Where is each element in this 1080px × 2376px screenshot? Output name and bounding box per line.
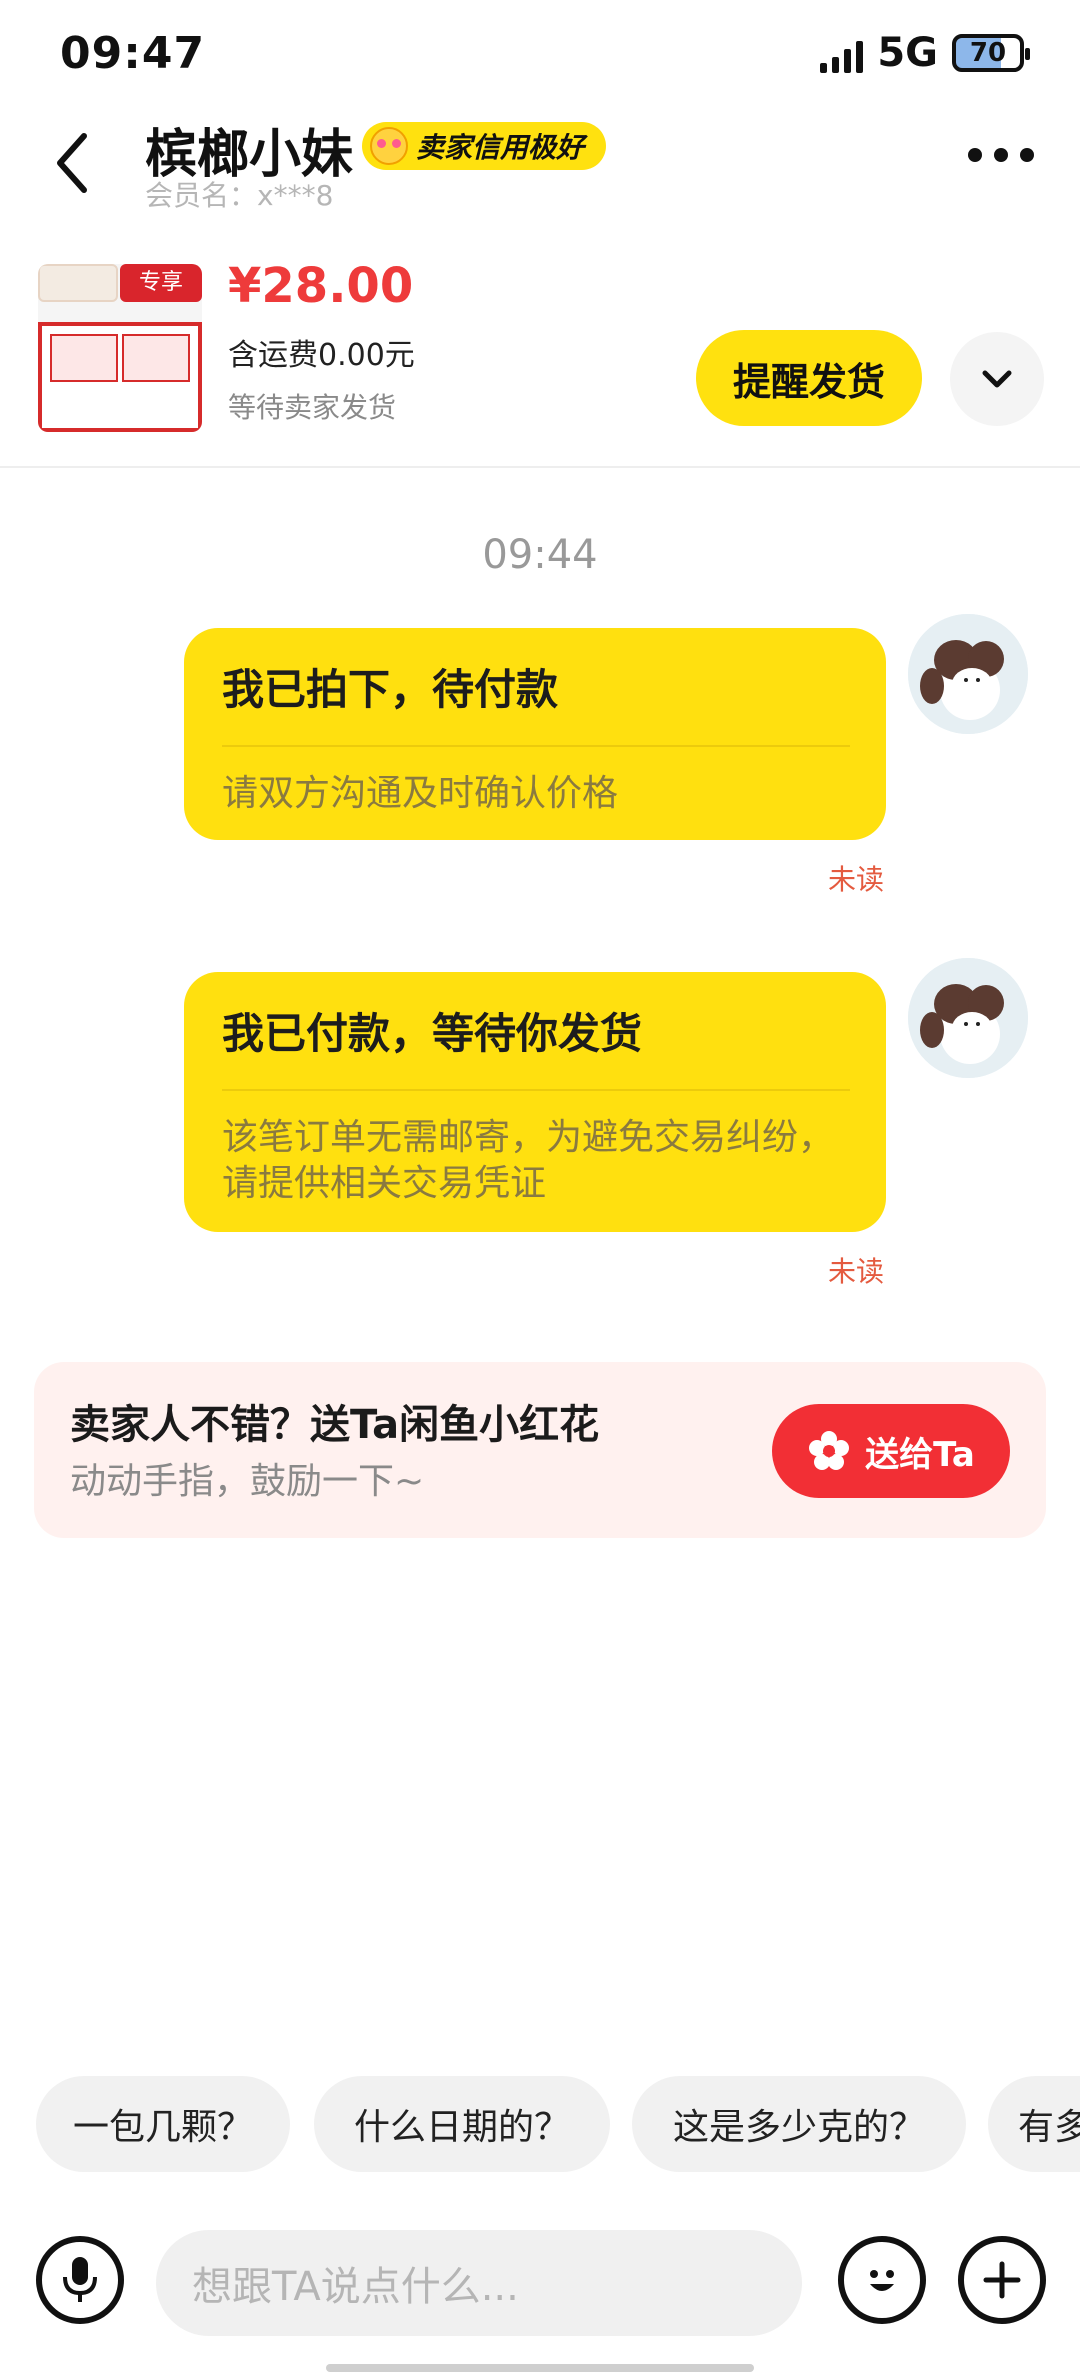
send-flower-label: 送给Ta [865, 1434, 975, 1475]
suggestion-chip[interactable]: 有多 [988, 2076, 1080, 2172]
read-status: 未读 [827, 1255, 884, 1288]
suggestion-chip[interactable]: 这是多少克的？ [632, 2076, 966, 2172]
home-indicator[interactable] [326, 2364, 754, 2372]
flower-card-title: 卖家人不错？送Ta闲鱼小红花 [70, 1402, 600, 1448]
emoji-icon[interactable] [838, 2236, 926, 2324]
product-thumbnail[interactable]: 专享 [38, 264, 202, 432]
avatar[interactable] [908, 958, 1028, 1078]
message-input-placeholder: 想跟TA说点什么... [192, 2264, 519, 2310]
status-indicators: 5G 70 [820, 30, 1030, 76]
order-price: ¥28.00 [228, 258, 414, 314]
message-divider [222, 1089, 850, 1091]
message-bubble[interactable]: 我已拍下，待付款 请双方沟通及时确认价格 [184, 628, 886, 840]
signal-icon [820, 33, 864, 73]
credit-badge-label: 卖家信用极好 [416, 131, 585, 164]
network-label: 5G [877, 30, 938, 76]
more-icon[interactable] [968, 148, 1034, 162]
credit-badge: 卖家信用极好 [362, 122, 607, 170]
smile-icon [370, 127, 408, 165]
member-name: 会员名：x***8 [145, 179, 334, 212]
battery-level: 70 [969, 38, 1007, 68]
suggestion-chip[interactable]: 一包几颗？ [36, 2076, 290, 2172]
message-subtitle: 请双方沟通及时确认价格 [222, 773, 619, 814]
plus-icon[interactable] [958, 2236, 1046, 2324]
flower-icon [809, 1431, 850, 1470]
message-title: 我已拍下，待付款 [222, 665, 559, 714]
thumb-tag: 专享 [120, 264, 202, 302]
message-title: 我已付款，等待你发货 [222, 1009, 643, 1058]
battery-icon: 70 [952, 34, 1030, 72]
suggestion-chip[interactable]: 什么日期的？ [314, 2076, 610, 2172]
order-status: 等待卖家发货 [228, 391, 397, 424]
send-flower-button[interactable]: 送给Ta [772, 1404, 1010, 1498]
message-bubble[interactable]: 我已付款，等待你发货 该笔订单无需邮寄，为避免交易纠纷，请提供相关交易凭证 [184, 972, 886, 1232]
read-status: 未读 [827, 863, 884, 896]
message-subtitle: 该笔订单无需邮寄，为避免交易纠纷，请提供相关交易凭证 [222, 1117, 835, 1204]
message-input[interactable]: 想跟TA说点什么... [156, 2230, 802, 2336]
chat-timestamp: 09:44 [482, 532, 598, 578]
avatar[interactable] [908, 614, 1028, 734]
flower-card-subtitle: 动动手指，鼓励一下~ [70, 1461, 425, 1502]
status-time: 09:47 [60, 28, 206, 79]
microphone-icon[interactable] [36, 2236, 124, 2324]
shipping-fee: 含运费0.00元 [228, 338, 415, 373]
back-icon[interactable] [48, 128, 98, 198]
remind-shipping-button[interactable]: 提醒发货 [696, 330, 922, 426]
message-divider [222, 745, 850, 747]
chevron-down-icon[interactable] [950, 332, 1044, 426]
divider [0, 466, 1080, 468]
